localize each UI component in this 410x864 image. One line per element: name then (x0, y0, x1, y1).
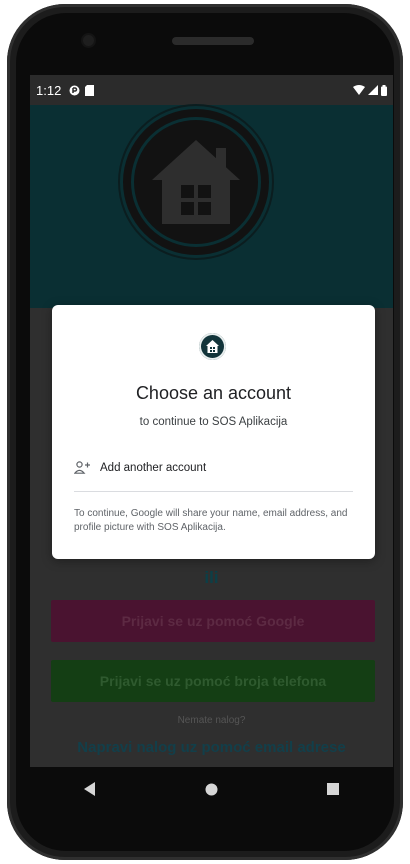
battery-icon (381, 84, 387, 96)
recents-icon[interactable] (326, 783, 339, 795)
dialog-app-logo (199, 333, 226, 360)
back-icon[interactable] (84, 782, 96, 796)
app-screen: 1:12 ili Prijavi se uz pomoć Google Prij… (30, 75, 393, 767)
email-signup-link[interactable]: Napravi nalog uz pomoć email adrese (30, 739, 393, 756)
status-time: 1:12 (36, 82, 62, 98)
dialog-subtitle: to continue to SOS Aplikacija (139, 416, 288, 428)
front-camera (83, 35, 94, 46)
sd-card-icon (85, 84, 95, 96)
phone-signin-button[interactable]: Prijavi se uz pomoć broja telefona (51, 660, 375, 702)
add-account-label: Add another account (100, 461, 207, 474)
signal-icon (368, 85, 378, 95)
dialog-title: Choose an account (135, 383, 292, 403)
earpiece-speaker (172, 37, 254, 45)
dialog-divider (74, 491, 353, 492)
house-logo-icon (152, 140, 240, 224)
account-chooser-dialog: Choose an account to continue to SOS Apl… (52, 305, 375, 559)
dialog-disclaimer: To continue, Google will share your name… (74, 508, 348, 533)
house-logo-icon (206, 340, 219, 353)
status-bar: 1:12 (30, 75, 393, 105)
google-signin-button[interactable]: Prijavi se uz pomoć Google (51, 600, 375, 642)
navigation-bar (30, 767, 393, 811)
app-logo (123, 109, 269, 255)
app-header-banner (30, 105, 393, 308)
add-account-icon (74, 461, 90, 474)
add-another-account-button[interactable]: Add another account (74, 461, 206, 474)
app-notification-icon (69, 85, 80, 95)
or-separator: ili (204, 568, 219, 587)
home-icon[interactable] (205, 783, 218, 796)
wifi-icon (353, 85, 365, 95)
no-account-text: Nemate nalog? (177, 715, 246, 726)
